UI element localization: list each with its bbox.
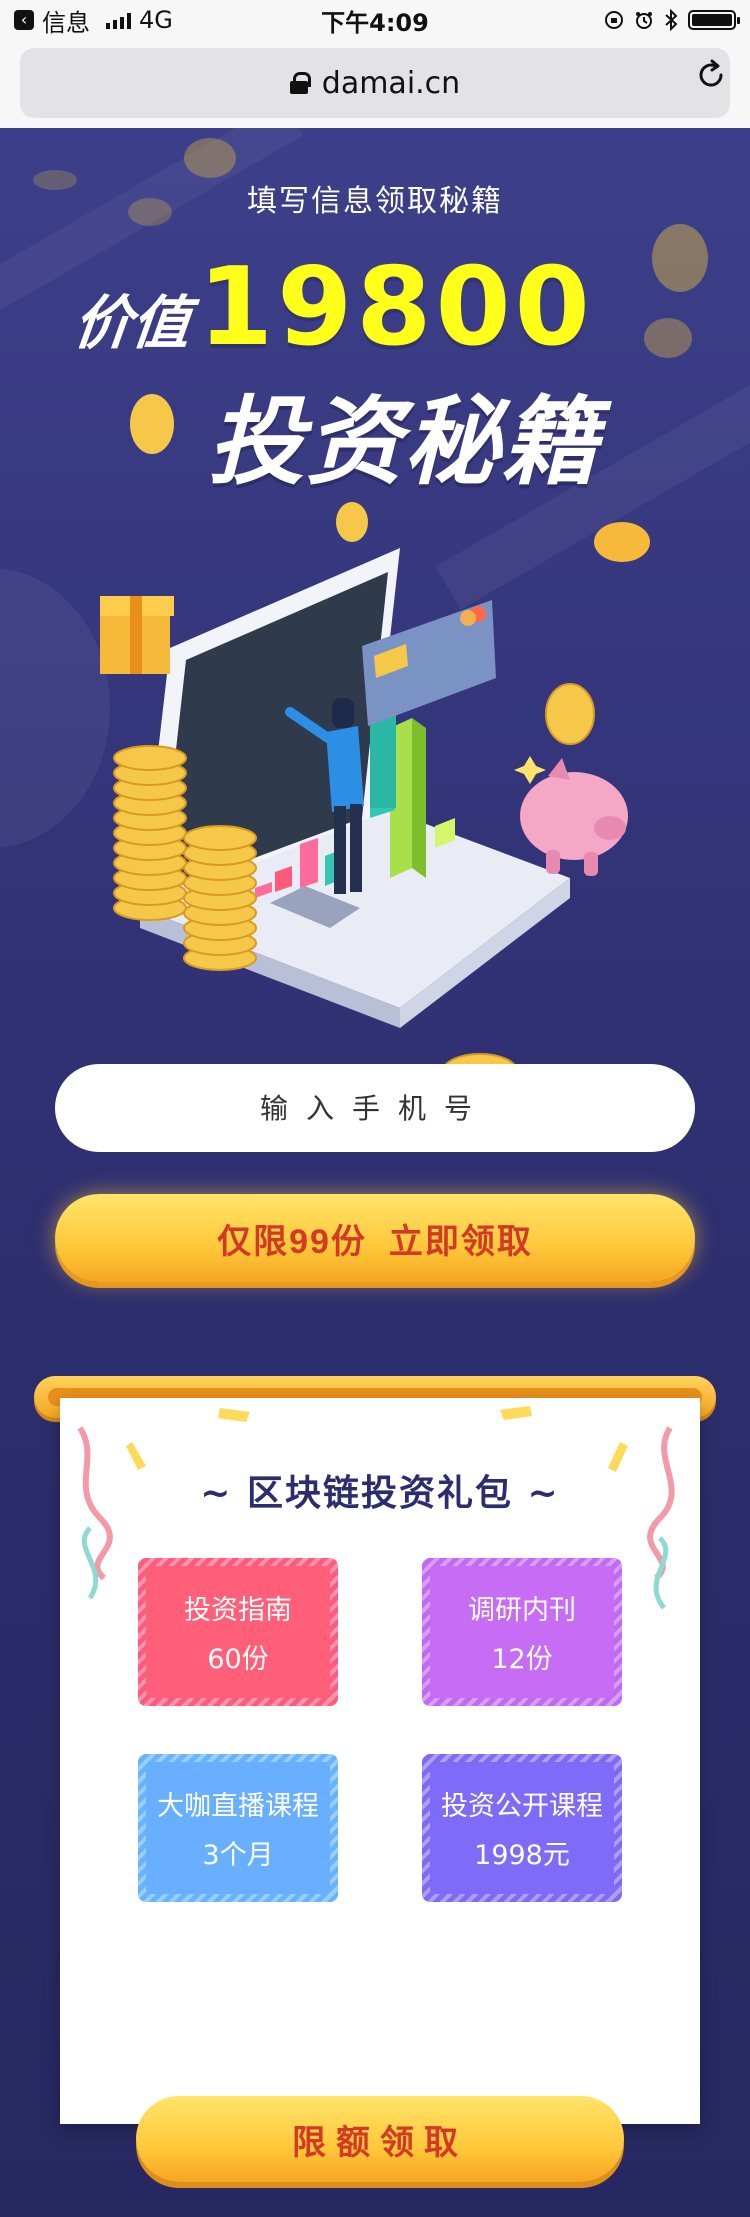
bluetooth-icon bbox=[665, 9, 678, 31]
landing-poster: 填写信息领取秘籍 价值 19800 投资秘籍 输入手机号 仅限99份 立即领取 … bbox=[0, 128, 750, 2217]
gift-package-panel: ~ 区块链投资礼包 ~ 投资指南 60份 调研内刊 12份 大咖直播课程 3个月… bbox=[60, 1398, 700, 2182]
gift-card-investment-guide: 投资指南 60份 bbox=[138, 1558, 338, 1706]
gift-card-body: 投资指南 60份 bbox=[146, 1566, 330, 1698]
gift-card-body: 投资公开课程 1998元 bbox=[430, 1762, 614, 1894]
gift-card-name: 投资指南 bbox=[184, 1595, 292, 1626]
claim-quantity-text: 仅限99份 bbox=[217, 1222, 367, 1261]
gift-card-name: 调研内刊 bbox=[468, 1595, 576, 1626]
signal-icon bbox=[106, 11, 131, 29]
claim-now-button[interactable]: 仅限99份 立即领取 bbox=[55, 1194, 695, 1282]
network-label: 4G bbox=[139, 6, 173, 34]
gift-panel-title: ~ 区块链投资礼包 ~ bbox=[200, 1473, 560, 1514]
hero-headline: 投资秘籍 bbox=[208, 386, 600, 498]
gift-card-body: 调研内刊 12份 bbox=[430, 1566, 614, 1698]
phone-number-input[interactable] bbox=[55, 1064, 695, 1152]
url-text: damai.cn bbox=[321, 65, 461, 101]
gift-card-amount: 60份 bbox=[207, 1644, 269, 1675]
reload-icon[interactable] bbox=[694, 58, 728, 92]
address-field[interactable]: damai.cn bbox=[20, 48, 730, 118]
hero-value-number: 19800 bbox=[198, 245, 594, 370]
limited-claim-button[interactable]: 限额领取 bbox=[136, 2096, 624, 2182]
gift-card-amount: 3个月 bbox=[202, 1840, 274, 1871]
status-bar-right bbox=[476, 9, 740, 31]
status-time: 下午4:09 bbox=[321, 8, 429, 37]
claim-action-text: 立即领取 bbox=[388, 1222, 533, 1261]
status-bar-left: ‹ 信息 4G bbox=[14, 3, 274, 38]
gift-card-name: 投资公开课程 bbox=[441, 1791, 603, 1822]
browser-url-bar: damai.cn bbox=[0, 40, 750, 128]
hero-value-line: 价值 19800 bbox=[70, 245, 594, 370]
gift-card-amount: 12份 bbox=[491, 1644, 553, 1675]
back-to-app-icon[interactable]: ‹ bbox=[14, 10, 34, 30]
hero-value-prefix: 价值 bbox=[70, 289, 194, 357]
alarm-icon bbox=[636, 12, 652, 29]
hero-subtitle: 填写信息领取秘籍 bbox=[247, 184, 503, 219]
gift-card-live-course: 大咖直播课程 3个月 bbox=[138, 1754, 338, 1902]
orientation-lock-icon bbox=[605, 11, 623, 29]
lock-icon bbox=[289, 72, 311, 94]
status-bar: ‹ 信息 4G 下午4:09 bbox=[0, 0, 750, 40]
battery-icon bbox=[688, 10, 740, 30]
gift-card-research-journal: 调研内刊 12份 bbox=[422, 1558, 622, 1706]
gift-card-body: 大咖直播课程 3个月 bbox=[146, 1762, 330, 1894]
gift-card-public-course: 投资公开课程 1998元 bbox=[422, 1754, 622, 1902]
gift-card-amount: 1998元 bbox=[474, 1840, 570, 1871]
gift-card-name: 大咖直播课程 bbox=[157, 1791, 319, 1822]
investment-illustration bbox=[100, 548, 628, 1087]
carrier-label: 信息 bbox=[42, 8, 90, 37]
